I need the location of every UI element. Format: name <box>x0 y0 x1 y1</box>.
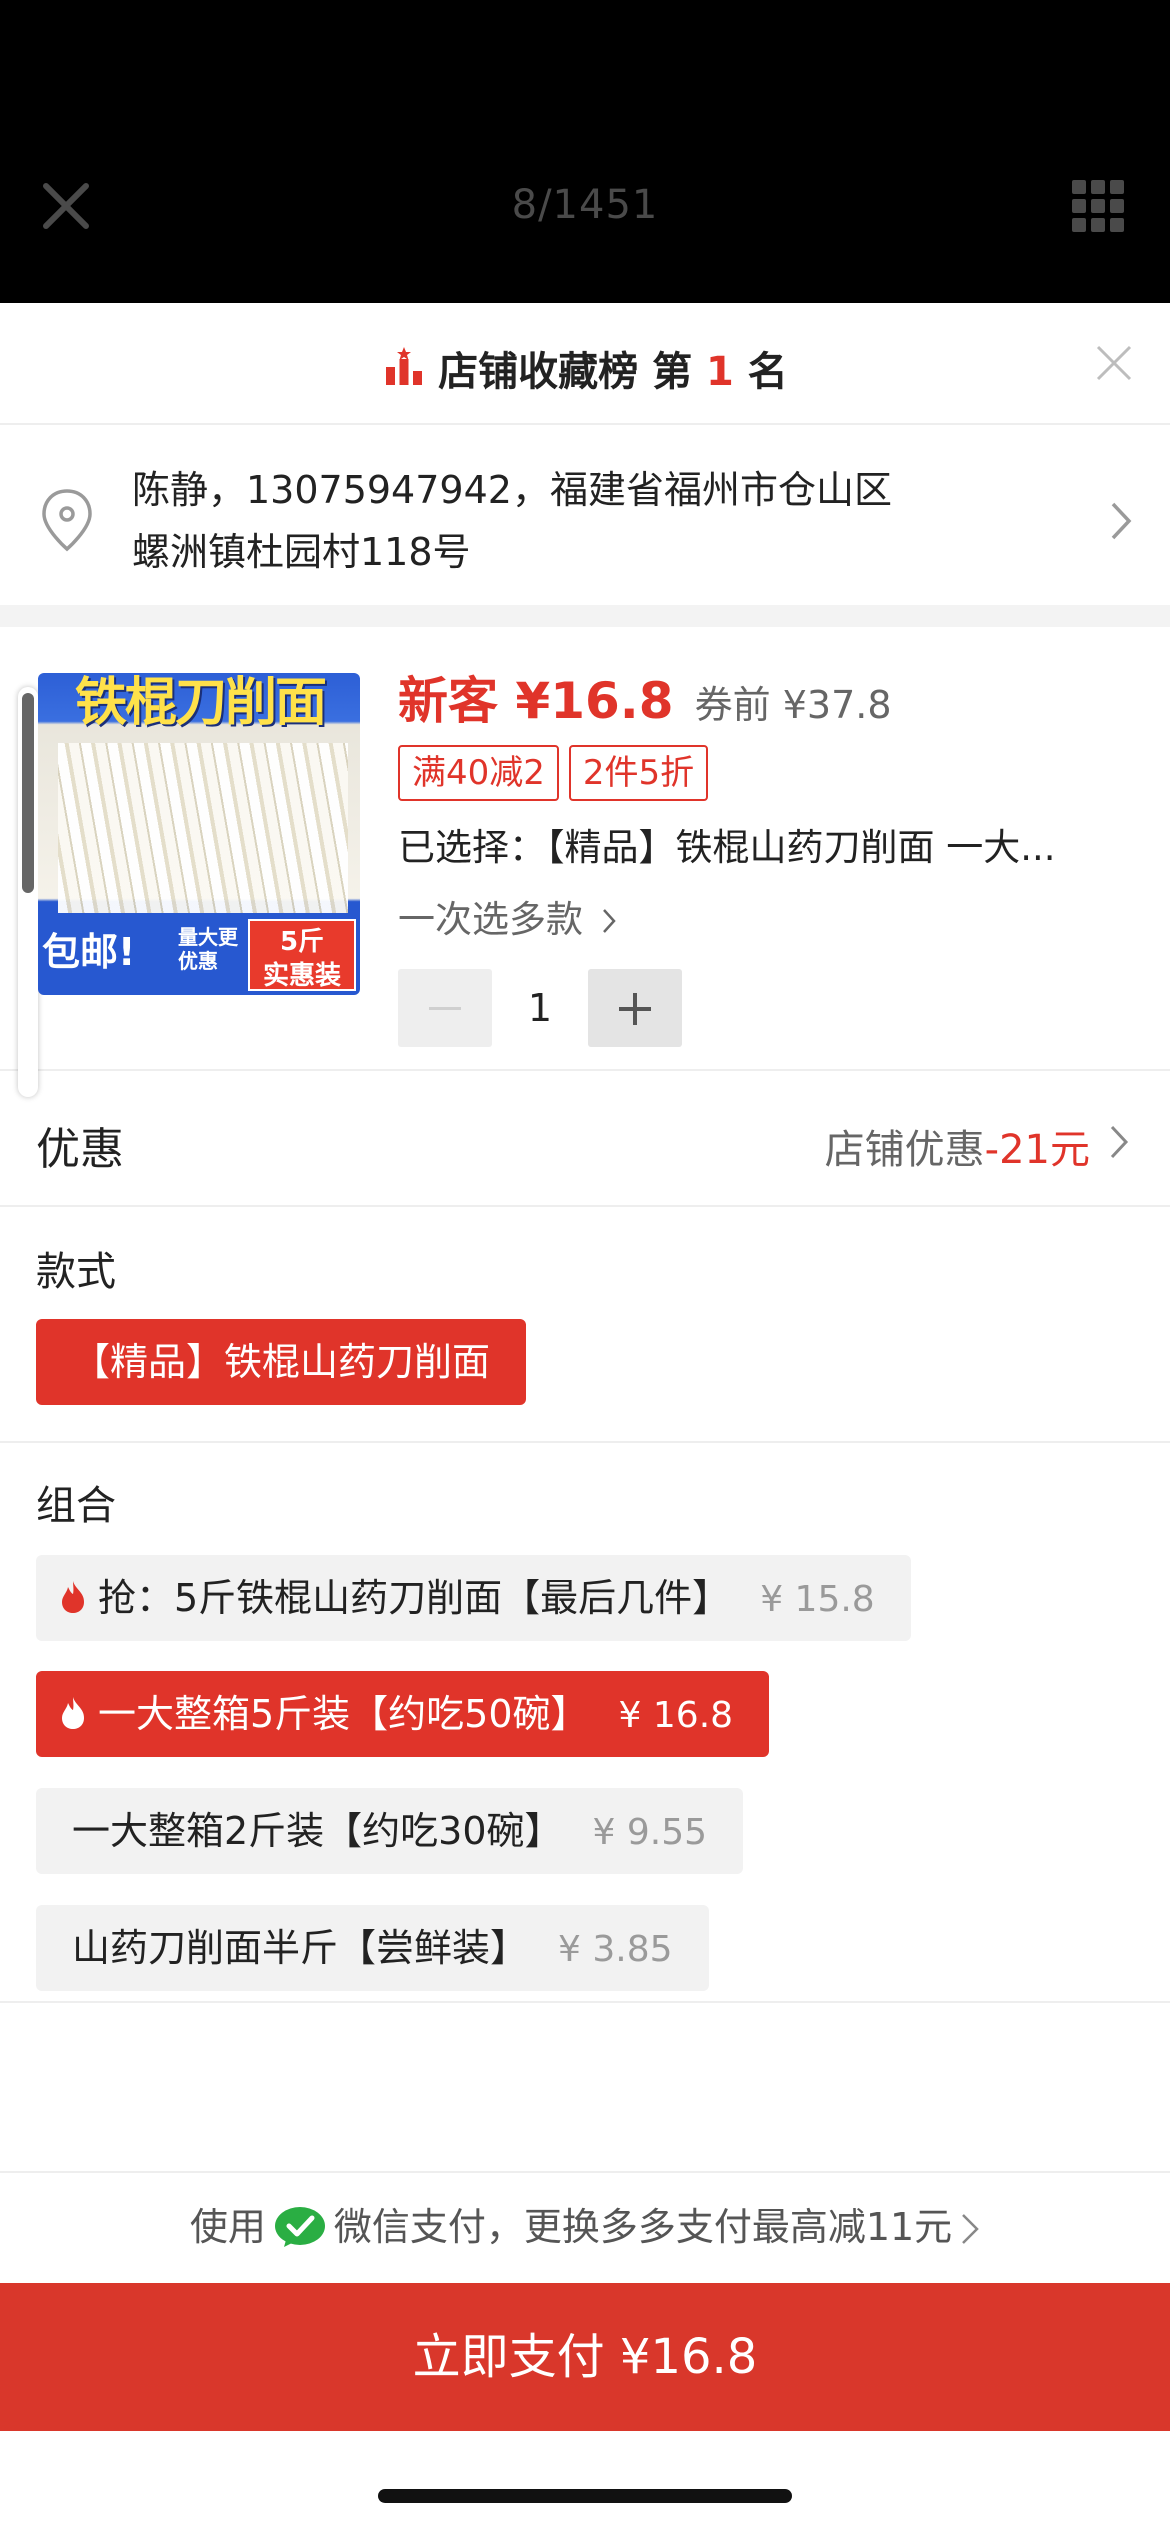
style-option[interactable]: 【精品】铁棍山药刀削面 <box>36 1319 527 1405</box>
shop-rank-banner[interactable]: 店铺收藏榜 第 1 名 <box>0 303 1170 425</box>
bar-chart-star-icon <box>386 347 423 385</box>
increment-button[interactable] <box>588 969 682 1047</box>
address-line-1: 陈静，13075947942，福建省福州市仓山区 <box>132 468 892 512</box>
close-icon[interactable] <box>1092 341 1136 385</box>
chevron-right-icon <box>1111 502 1132 540</box>
pay-now-button[interactable]: 立即支付 ¥16.8 <box>0 2283 1170 2431</box>
location-pin-icon <box>42 489 92 552</box>
chevron-right-icon <box>962 2214 979 2244</box>
product-summary: 铁棍刀削面 包邮! 量大更优惠 5斤 实惠装 新客 ¥16.8 券前 ¥37.8… <box>0 627 1170 1097</box>
grid-icon[interactable] <box>1072 180 1124 232</box>
chevron-right-icon <box>1110 1125 1129 1159</box>
rank-text-before: 店铺收藏榜 第 <box>438 349 707 395</box>
discount-amount: -21元 <box>984 1127 1090 1173</box>
style-section-title: 款式 <box>36 1249 116 1295</box>
address-line-2: 螺洲镇杜园村118号 <box>132 530 471 574</box>
combo-section-title: 组合 <box>36 1483 116 1529</box>
rank-number: 1 <box>706 349 734 395</box>
thumbnail-badge-discount: 量大更优惠 <box>178 925 238 973</box>
order-sheet: 店铺收藏榜 第 1 名 陈静，13075947942，福建省福州市仓山区 螺洲镇… <box>0 303 1170 2532</box>
noodle-sticks-graphic <box>58 743 348 913</box>
wechat-pay-icon <box>274 2207 325 2247</box>
image-counter: 8/1451 <box>511 182 659 228</box>
chevron-right-icon <box>602 909 616 933</box>
combo-option[interactable]: 抢：5斤铁棍山药刀削面【最后几件】 ¥ 15.8 <box>36 1555 911 1641</box>
new-customer-price: 新客 ¥16.8 <box>398 672 674 730</box>
decrement-button[interactable] <box>398 969 492 1047</box>
thumbnail-badge-free-shipping: 包邮! <box>42 930 136 974</box>
rank-text-after: 名 <box>733 349 788 395</box>
payment-method-notice[interactable]: 使用 微信支付，更换多多支付最高减11元 <box>0 2171 1170 2283</box>
thumbnail-title: 铁棍刀削面 <box>74 673 327 733</box>
selected-variant-text: 已选择：【精品】铁棍山药刀削面 一大... <box>398 826 1056 869</box>
promo-tag: 2件5折 <box>568 745 709 801</box>
home-indicator[interactable] <box>378 2489 792 2503</box>
shipping-address[interactable]: 陈静，13075947942，福建省福州市仓山区 螺洲镇杜园村118号 <box>0 427 1170 605</box>
pre-coupon-price: 券前 ¥37.8 <box>694 683 892 727</box>
combo-section: 组合 抢：5斤铁棍山药刀削面【最后几件】 ¥ 15.8 一大整箱5斤装【约吃50碗… <box>0 1443 1170 2003</box>
fire-icon <box>62 1581 84 1613</box>
multi-select-link[interactable]: 一次选多款 <box>398 889 1158 943</box>
discount-value-prefix: 店铺优惠 <box>824 1127 985 1173</box>
quantity-stepper: 1 <box>398 969 1158 1047</box>
image-viewer-topbar: 8/1451 <box>0 0 1170 303</box>
combo-option[interactable]: 一大整箱5斤装【约吃50碗】 ¥ 16.8 <box>36 1671 770 1757</box>
discount-row[interactable]: 优惠 店铺优惠-21元 <box>0 1071 1170 1207</box>
combo-option[interactable]: 山药刀削面半斤【尝鲜装】 ¥ 3.85 <box>36 1905 709 1991</box>
product-thumbnail[interactable]: 铁棍刀削面 包邮! 量大更优惠 5斤 实惠装 <box>38 673 360 995</box>
fire-icon <box>62 1697 84 1729</box>
section-divider <box>0 605 1170 627</box>
style-section: 款式 【精品】铁棍山药刀削面 <box>0 1207 1170 1443</box>
combo-option[interactable]: 一大整箱2斤装【约吃30碗】 ¥ 9.55 <box>36 1788 744 1874</box>
promo-tag: 满40减2 <box>398 745 559 801</box>
image-scrollbar[interactable] <box>18 687 38 1097</box>
quantity-value: 1 <box>527 986 553 1030</box>
discount-label: 优惠 <box>36 1124 124 1175</box>
thumbnail-badge-package: 5斤 实惠装 <box>248 919 356 991</box>
